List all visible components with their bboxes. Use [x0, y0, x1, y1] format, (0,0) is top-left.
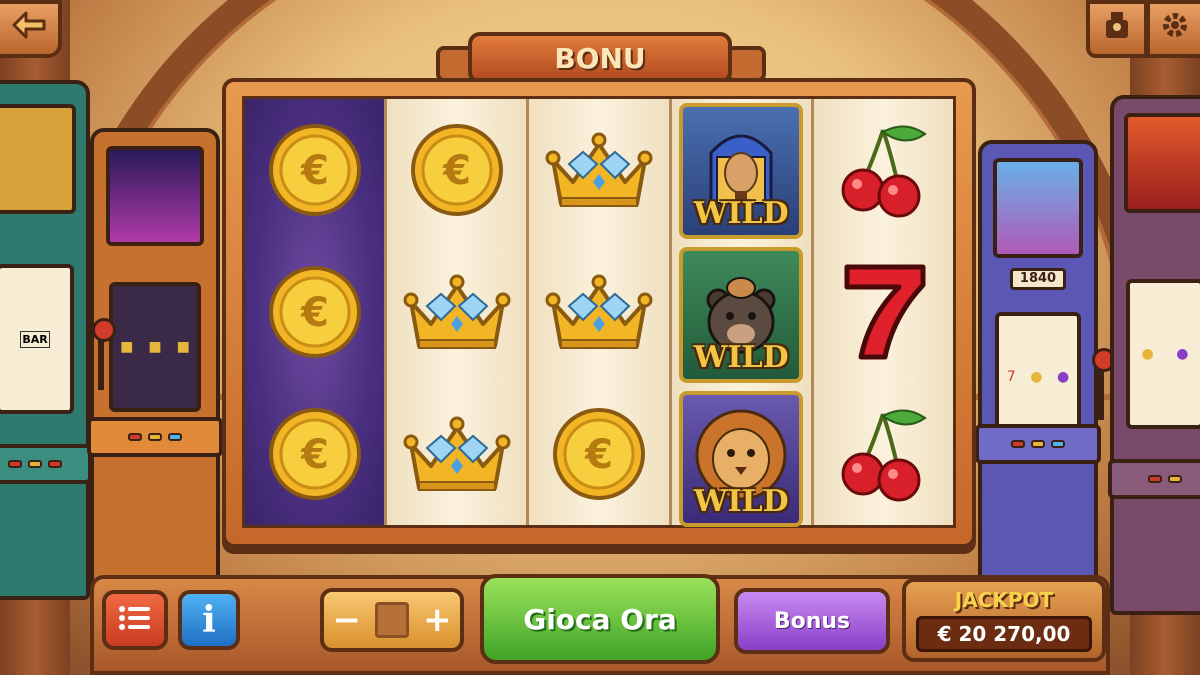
reels: € € € € € WILD WILD WILD — [242, 96, 956, 528]
symbol-euro-coin: € — [245, 383, 384, 525]
symbol-euro-coin: € — [245, 241, 384, 383]
jackpot-panel: JACKPOT € 20 270,00 — [902, 578, 1106, 662]
gear-icon — [1160, 10, 1190, 48]
symbol-lion-wild: WILD — [672, 387, 811, 531]
symbol-euro-coin: € — [529, 383, 668, 525]
symbol-euro-coin: € — [245, 99, 384, 241]
settings-button[interactable] — [1146, 0, 1200, 58]
right-back-slot-machine: ● ● — [1107, 95, 1200, 615]
bet-value-display — [375, 602, 409, 638]
bonus-banner: BONU — [468, 32, 732, 84]
right-machine-label: 1840 — [1010, 268, 1066, 290]
back-button[interactable] — [0, 0, 62, 58]
jackpot-label: JACKPOT — [954, 588, 1054, 612]
symbol-seven — [814, 241, 953, 383]
list-menu-icon — [118, 604, 152, 636]
reel-3: € — [529, 99, 672, 525]
bet-increase-button[interactable]: + — [423, 600, 452, 640]
left-back-reel-text: BAR — [20, 330, 50, 348]
character-icon — [1102, 10, 1132, 48]
symbol-bear-wild: WILD — [672, 243, 811, 387]
left-front-slot-machine: ■ ■ ■ — [86, 128, 224, 628]
play-button[interactable]: Gioca Ora — [480, 574, 720, 664]
bet-decrease-button[interactable]: − — [333, 600, 362, 640]
jackpot-amount: € 20 270,00 — [916, 616, 1092, 652]
symbol-cherries — [814, 99, 953, 241]
reel-4: WILD WILD WILD — [671, 99, 814, 527]
svg-text:€: € — [442, 148, 471, 194]
svg-text:€: € — [300, 148, 329, 194]
bonus-button[interactable]: Bonus — [734, 588, 890, 654]
menu-button[interactable] — [102, 590, 168, 650]
info-button[interactable]: i — [178, 590, 240, 650]
reel-1: € € € — [245, 99, 388, 525]
symbol-euro-coin: € — [387, 99, 526, 241]
symbol-diamond-crown — [529, 99, 668, 241]
game-scene: BAR ■ ■ ■ 1840 7 ● ● ● ● BONU € € € € € … — [0, 0, 1200, 675]
left-lever[interactable] — [92, 318, 116, 390]
reel-2: € — [387, 99, 530, 525]
symbol-diamond-crown — [387, 241, 526, 383]
wild-label: WILD — [693, 484, 789, 519]
symbol-cherries — [814, 383, 953, 525]
svg-text:€: € — [584, 432, 613, 478]
right-lever[interactable] — [1092, 348, 1116, 420]
banner-wing-right — [726, 46, 766, 82]
wild-label: WILD — [693, 340, 789, 375]
wild-label: WILD — [693, 196, 789, 231]
profile-button[interactable] — [1086, 0, 1148, 58]
left-back-slot-machine: BAR — [0, 80, 93, 600]
symbol-pharaoh-wild: WILD — [672, 99, 811, 243]
back-arrow-icon — [12, 11, 46, 47]
reel-5 — [813, 99, 954, 525]
bet-stepper: − + — [320, 588, 464, 652]
symbol-diamond-crown — [529, 241, 668, 383]
svg-text:€: € — [300, 290, 329, 336]
reels-frame: € € € € € WILD WILD WILD — [222, 78, 976, 548]
svg-text:€: € — [300, 432, 329, 478]
right-front-slot-machine: 1840 7 ● ● — [975, 140, 1101, 640]
symbol-diamond-crown — [387, 383, 526, 525]
